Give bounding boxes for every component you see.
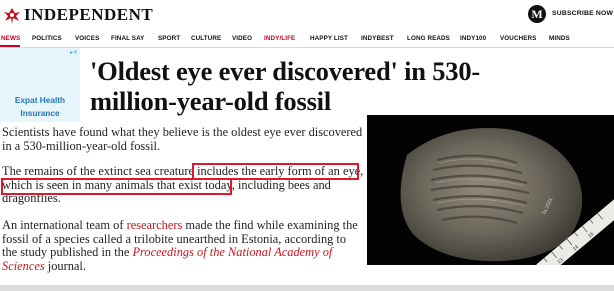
nav-item-happy-list[interactable]: HAPPY LIST [310, 35, 348, 42]
paragraph-3-part3: journal. [44, 259, 86, 274]
nav-item-video[interactable]: VIDEO [232, 35, 252, 42]
ad-choices-icon[interactable]: ▸✕ [70, 49, 78, 56]
nav-item-culture[interactable]: CULTURE [191, 35, 221, 42]
paragraph-2: The remains of the extinct sea creature … [2, 164, 364, 206]
nav-item-news[interactable]: NEWS [1, 35, 20, 42]
nav-item-minds[interactable]: MINDS [549, 35, 570, 42]
main-nav: NEWS POLITICS VOICES FINAL SAY SPORT CUL… [0, 33, 614, 47]
ad-text-line1: Expat Health [14, 95, 66, 105]
ad-text[interactable]: Expat Health Insurance [0, 94, 80, 120]
nav-item-vouchers[interactable]: VOUCHERS [500, 35, 537, 42]
nav-item-sport[interactable]: SPORT [158, 35, 180, 42]
paragraph-3-part1: An international team of [2, 218, 127, 232]
fossil-illustration: Ta 2501 12 13 14 15 [367, 115, 614, 265]
paragraph-1: Scientists have found what they believe … [2, 125, 363, 153]
trilobite-fossil-photo[interactable]: Ta 2501 12 13 14 15 [367, 115, 614, 265]
paragraph-3: An international team of researchers mad… [2, 218, 364, 274]
profile-avatar[interactable]: M [528, 5, 546, 23]
article-headline: 'Oldest eye ever discovered' in 530- mil… [90, 56, 610, 116]
nav-divider [0, 47, 614, 48]
nav-item-politics[interactable]: POLITICS [32, 35, 62, 42]
nav-item-final-say[interactable]: FINAL SAY [111, 35, 144, 42]
nav-item-long-reads[interactable]: LONG READS [407, 35, 450, 42]
headline-line2: million-year-old fossil [90, 86, 332, 116]
bottom-edge [0, 285, 614, 291]
eagle-logo-icon[interactable] [2, 6, 22, 26]
masthead: INDEPENDENT M SUBSCRIBE NOW [0, 0, 614, 32]
nav-item-indy-life[interactable]: INDY/LIFE [264, 35, 295, 42]
headline-line1: 'Oldest eye ever discovered' in 530- [90, 56, 480, 86]
brand-logo[interactable]: INDEPENDENT [24, 5, 153, 25]
ad-text-line2: Insurance [20, 108, 60, 118]
paragraph-2-part1: The remains of the extinct sea creature [2, 164, 198, 178]
nav-item-indy100[interactable]: INDY100 [460, 35, 486, 42]
researchers-link[interactable]: researchers [127, 218, 183, 232]
nav-item-voices[interactable]: VOICES [75, 35, 99, 42]
subscribe-button[interactable]: SUBSCRIBE NOW [552, 10, 613, 17]
nav-item-indybest[interactable]: INDYBEST [361, 35, 394, 42]
